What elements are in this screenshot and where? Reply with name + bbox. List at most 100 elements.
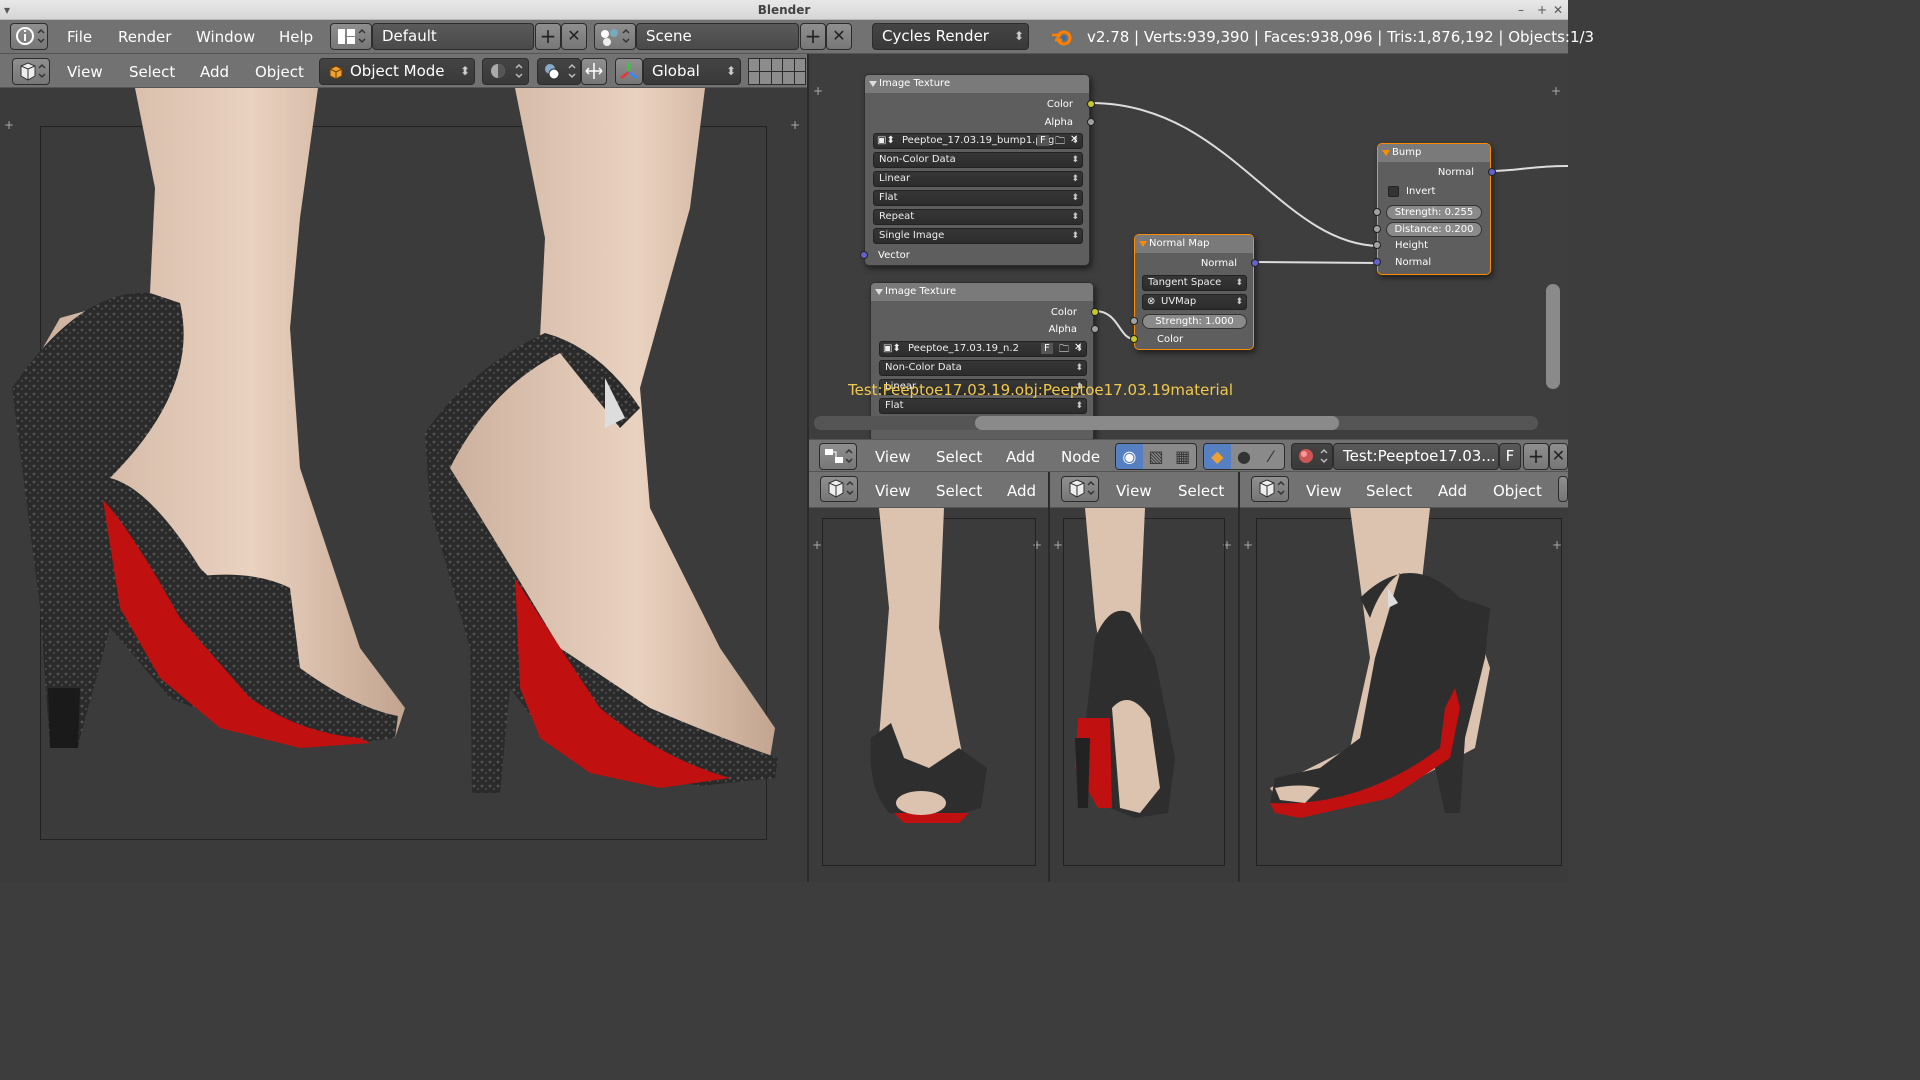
brush-icon[interactable]: ⁄ [1257, 444, 1284, 469]
normal-input-socket[interactable] [1373, 258, 1381, 266]
alpha-output-socket[interactable] [1091, 325, 1099, 333]
viewport-shading-dropdown[interactable] [482, 58, 529, 85]
remove-layout-icon[interactable]: ✕ [561, 23, 587, 50]
shader-source-buttons[interactable]: ◆ ● ⁄ [1203, 443, 1285, 470]
minimize-icon[interactable]: – [1518, 3, 1524, 17]
vector-input-socket[interactable] [860, 251, 868, 259]
alpha-output-socket[interactable] [1087, 118, 1095, 126]
projection-dropdown[interactable]: Flat [873, 190, 1083, 206]
color-space-dropdown[interactable]: Non-Color Data [873, 152, 1083, 168]
shader-object-icon[interactable]: ◉ [1116, 444, 1143, 469]
layout-name-field[interactable]: Default [372, 23, 534, 50]
window-menu-icon[interactable]: ▾ [4, 3, 10, 17]
image-selector[interactable]: ▣⬍ Peeptoe_17.03.19_bump1.png [873, 133, 1083, 149]
fake-user-button[interactable]: F [1037, 135, 1049, 146]
menu-file[interactable]: File [67, 28, 92, 46]
menu-window[interactable]: Window [196, 28, 255, 46]
close-window-icon[interactable]: ✕ [1553, 3, 1563, 17]
node-menu-view[interactable]: View [875, 448, 911, 466]
interpolation-dropdown[interactable]: Linear [873, 171, 1083, 187]
material-browse-button[interactable] [1291, 443, 1333, 470]
world-icon[interactable]: ● [1231, 444, 1258, 469]
add-scene-icon[interactable]: + [800, 23, 826, 50]
color-output-socket[interactable] [1087, 100, 1095, 108]
mini-view-3-overflow[interactable] [1558, 476, 1568, 502]
vertical-scrollbar-thumb[interactable] [1546, 284, 1560, 389]
mini1-menu-view[interactable]: View [875, 482, 911, 500]
layout-browse-button[interactable] [330, 23, 372, 50]
material-fake-user-button[interactable]: F [1499, 443, 1521, 470]
view3d-menu-select[interactable]: Select [129, 63, 175, 81]
orientation-dropdown[interactable]: Global ⬍ [643, 58, 741, 85]
projection-dropdown[interactable]: Flat [879, 398, 1087, 414]
scene-browse-button[interactable] [594, 23, 636, 50]
scene-name-field[interactable]: Scene [636, 23, 799, 50]
open-image-icon[interactable]: 🗀 [1055, 134, 1065, 151]
mini-view-2-editor-type-button[interactable] [1061, 476, 1099, 502]
mini-view-3-editor-type-button[interactable] [1251, 476, 1289, 502]
mini-view-2-viewport[interactable]: + + [1050, 508, 1238, 882]
menu-render[interactable]: Render [118, 28, 171, 46]
image-texture-node-1[interactable]: Image Texture Color Alpha ▣⬍ Peeptoe_17.… [860, 74, 1095, 266]
shader-linestyle-icon[interactable]: ▦ [1169, 444, 1196, 469]
node-editor-canvas[interactable]: + + Image Texture Color Alpha ▣⬍ Peeptoe… [809, 54, 1568, 442]
color-input-socket[interactable] [1130, 335, 1138, 343]
normal-output-socket[interactable] [1251, 259, 1259, 267]
add-layout-icon[interactable]: + [535, 23, 561, 50]
shader-world-icon[interactable]: ▧ [1143, 444, 1170, 469]
open-image-icon[interactable]: 🗀 [1059, 342, 1069, 359]
view3d-menu-add[interactable]: Add [200, 63, 229, 81]
view3d-editor-type-button[interactable] [12, 58, 50, 85]
mini3-menu-view[interactable]: View [1306, 482, 1342, 500]
unlink-image-icon[interactable]: ✕ [1074, 342, 1082, 353]
node-menu-node[interactable]: Node [1061, 448, 1100, 466]
mini-view-1-editor-type-button[interactable] [820, 476, 858, 502]
strength-input-socket[interactable] [1373, 208, 1381, 216]
extension-dropdown[interactable]: Repeat [873, 209, 1083, 225]
editor-type-button[interactable] [10, 23, 48, 50]
view3d-menu-view[interactable]: View [67, 63, 103, 81]
mini1-menu-add[interactable]: Add [1007, 482, 1036, 500]
mini3-menu-add[interactable]: Add [1438, 482, 1467, 500]
unlink-material-icon[interactable]: ✕ [1549, 443, 1568, 470]
shader-type-buttons[interactable]: ◉ ▧ ▦ [1115, 443, 1197, 470]
uv-map-field[interactable]: ⊗ UVMap [1142, 294, 1247, 310]
transform-orientation-button[interactable] [615, 58, 643, 85]
color-output-socket[interactable] [1091, 308, 1099, 316]
normal-map-node[interactable]: Normal Map Normal Tangent Space ⊗ UVMap … [1130, 234, 1259, 350]
mini-view-1-viewport[interactable]: + + [809, 508, 1048, 882]
bump-distance-slider[interactable]: Distance: 0.200 [1386, 222, 1482, 237]
strength-input-socket[interactable] [1130, 317, 1138, 325]
normal-strength-slider[interactable]: Strength: 1.000 [1142, 314, 1247, 329]
object-icon[interactable]: ◆ [1204, 444, 1231, 469]
normal-space-dropdown[interactable]: Tangent Space [1142, 275, 1247, 291]
horizontal-scrollbar-thumb[interactable] [975, 416, 1339, 430]
image-selector[interactable]: ▣⬍ Peeptoe_17.03.19_n.2 [879, 341, 1087, 357]
mini2-menu-select[interactable]: Select [1178, 482, 1224, 500]
fake-user-button[interactable]: F [1041, 343, 1053, 354]
invert-checkbox[interactable] [1388, 186, 1399, 197]
mini2-menu-view[interactable]: View [1116, 482, 1152, 500]
remove-scene-icon[interactable]: ✕ [826, 23, 852, 50]
mini1-menu-select[interactable]: Select [936, 482, 982, 500]
bump-strength-slider[interactable]: Strength: 0.255 [1386, 205, 1482, 220]
pivot-point-dropdown[interactable] [537, 58, 581, 85]
menu-help[interactable]: Help [279, 28, 313, 46]
node-menu-select[interactable]: Select [936, 448, 982, 466]
unlink-image-icon[interactable]: ✕ [1070, 134, 1078, 145]
main-3d-viewport[interactable]: + + [0, 88, 807, 882]
maximize-icon[interactable]: + [1537, 3, 1547, 17]
normal-output-socket[interactable] [1488, 168, 1496, 176]
mini3-menu-object[interactable]: Object [1493, 482, 1542, 500]
view3d-menu-object[interactable]: Object [255, 63, 304, 81]
source-dropdown[interactable]: Single Image [873, 228, 1083, 244]
mini-view-3-viewport[interactable]: + + [1240, 508, 1568, 882]
manipulator-toggle[interactable] [581, 58, 607, 85]
mode-dropdown[interactable]: Object Mode ⬍ [319, 58, 475, 85]
node-menu-add[interactable]: Add [1006, 448, 1035, 466]
mini3-menu-select[interactable]: Select [1366, 482, 1412, 500]
height-input-socket[interactable] [1373, 241, 1381, 249]
material-name-field[interactable]: Test:Peeptoe17.03... [1333, 443, 1499, 470]
distance-input-socket[interactable] [1373, 225, 1381, 233]
bump-node[interactable]: Bump Normal Invert Strength: 0.255 Dista… [1373, 143, 1496, 275]
